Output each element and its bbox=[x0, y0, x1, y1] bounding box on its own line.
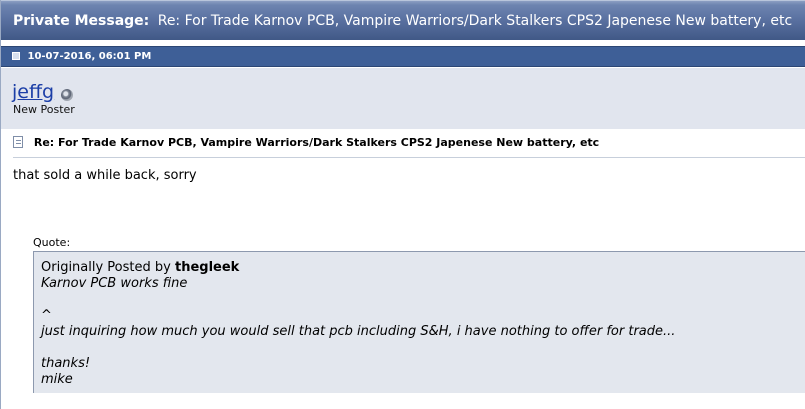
username-link[interactable]: jeffg bbox=[12, 81, 54, 103]
message-subject: Re: For Trade Karnov PCB, Vampire Warrio… bbox=[13, 134, 805, 158]
private-message-window: Private Message: Re: For Trade Karnov PC… bbox=[0, 0, 805, 409]
quote-spacing bbox=[41, 340, 799, 356]
post-date: 10-07-2016, 06:01 PM bbox=[27, 51, 152, 62]
message-subject-text: Re: For Trade Karnov PCB, Vampire Warrio… bbox=[33, 136, 600, 149]
originally-posted-by-label: Originally Posted by bbox=[41, 260, 171, 275]
quote-label: Quote: bbox=[33, 236, 71, 249]
user-title: New Poster bbox=[13, 103, 75, 116]
private-message-label: Private Message: bbox=[13, 13, 150, 29]
quote-author: thegleek bbox=[174, 260, 240, 275]
quote-line-1: Karnov PCB works fine bbox=[41, 276, 188, 291]
quote-line-5: mike bbox=[41, 372, 73, 387]
quote-spacing bbox=[41, 292, 799, 308]
message-body: that sold a while back, sorry bbox=[13, 168, 197, 183]
quote-line-4: thanks! bbox=[41, 356, 91, 371]
quote-line-2: ^ bbox=[41, 308, 52, 323]
private-message-title: Re: For Trade Karnov PCB, Vampire Warrio… bbox=[157, 13, 793, 29]
page-title-bar: Private Message: Re: For Trade Karnov PC… bbox=[1, 0, 805, 40]
document-icon bbox=[13, 136, 23, 148]
post-date-bar: 10-07-2016, 06:01 PM bbox=[1, 46, 805, 67]
quote-author-line: Originally Posted by thegleek bbox=[41, 260, 799, 276]
user-info-panel: jeffg New Poster bbox=[1, 68, 805, 129]
offline-status-icon bbox=[61, 89, 73, 101]
post-icon bbox=[12, 52, 20, 60]
quote-box: Originally Posted by thegleek Karnov PCB… bbox=[33, 251, 805, 393]
quote-line-3: just inquiring how much you would sell t… bbox=[41, 324, 676, 339]
